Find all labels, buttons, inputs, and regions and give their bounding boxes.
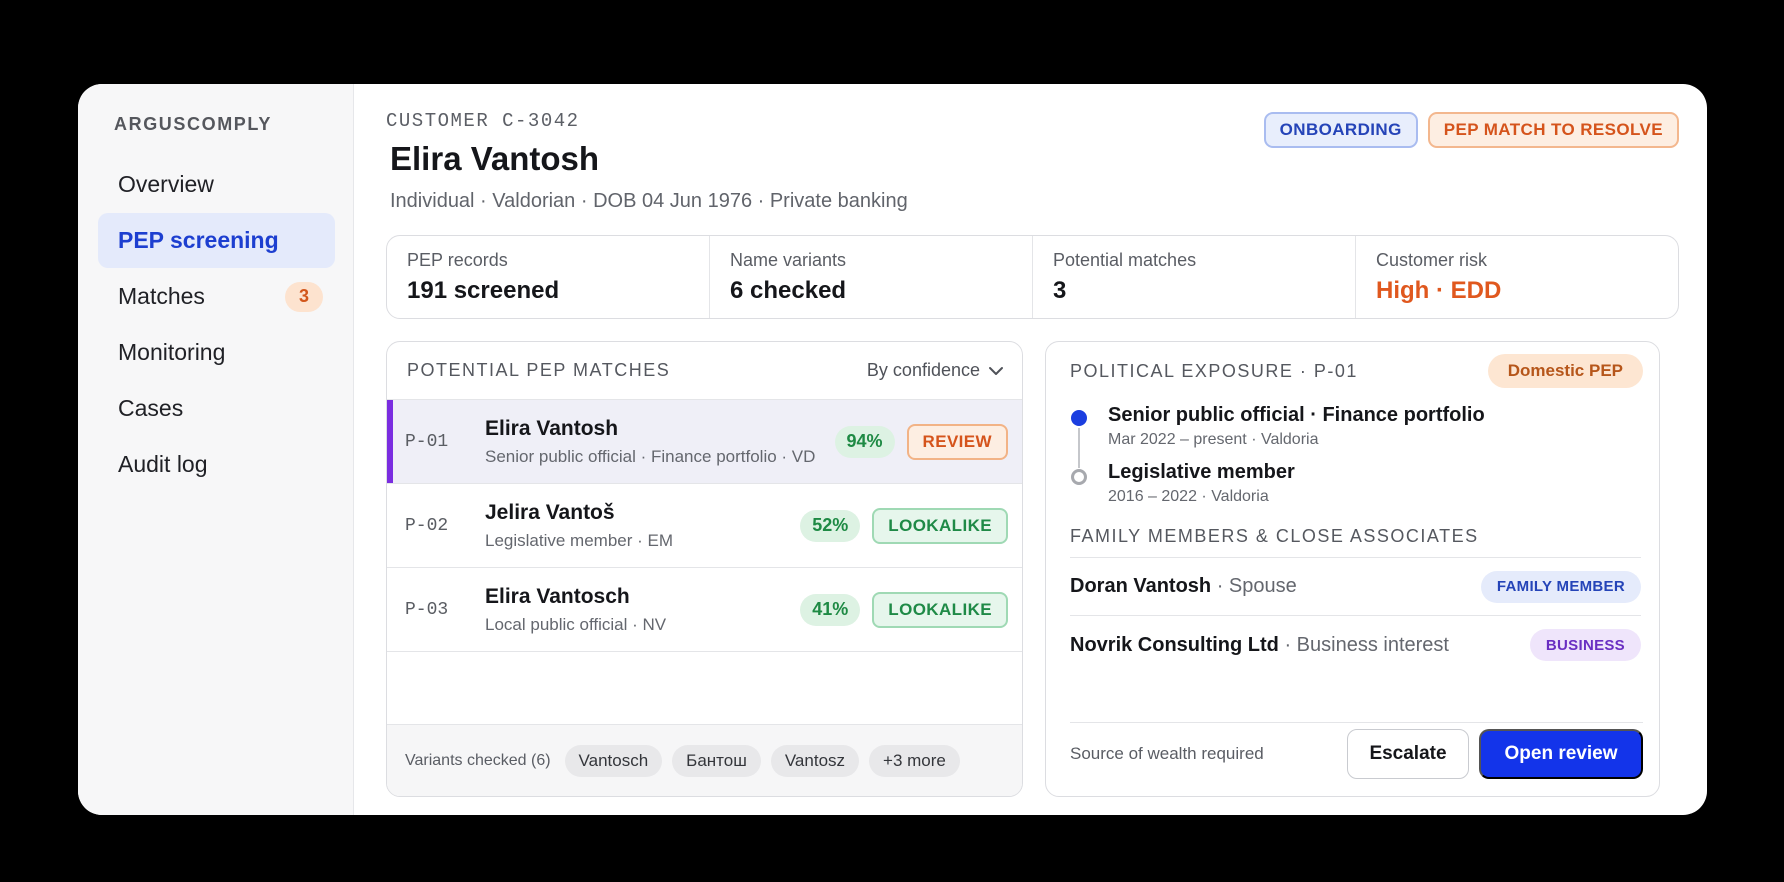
source-of-wealth-note: Source of wealth required (1070, 743, 1264, 763)
match-desc: Senior public official · Finance portfol… (485, 446, 816, 466)
sidebar-item-label: Audit log (118, 451, 208, 477)
stat-value: 191 screened (407, 277, 560, 304)
stat-label: Name variants (730, 250, 847, 270)
match-info: Elira Vantosch Local public official · N… (485, 585, 800, 635)
variant-chip[interactable]: Vantosch (564, 744, 663, 777)
main-content: CUSTOMER C-3042 Elira Vantosh Individual… (354, 84, 1707, 815)
timeline-sub: Mar 2022 – present · Valdoria (1108, 431, 1319, 448)
associate-relation: · Business interest (1278, 633, 1449, 656)
sidebar-item-label: PEP screening (118, 227, 279, 253)
sidebar-item-audit-log[interactable]: Audit log (98, 437, 335, 492)
status-tags: ONBOARDING PEP MATCH TO RESOLVE (1263, 112, 1679, 148)
onboarding-badge: ONBOARDING (1263, 112, 1418, 148)
match-id: P-02 (405, 515, 449, 536)
variant-chip[interactable]: Бантош (672, 744, 761, 777)
confidence-badge: 41% (800, 593, 861, 626)
panel-header: POLITICAL EXPOSURE · P-01 Domestic PEP (1046, 342, 1659, 400)
more-variants-chip[interactable]: +3 more (869, 744, 960, 777)
sidebar: ARGUSCOMPLY Overview PEP screening Match… (78, 84, 354, 815)
panels: POTENTIAL PEP MATCHES By confidence P-01… (386, 341, 1679, 797)
match-id: P-03 (405, 599, 449, 620)
family-section-title: FAMILY MEMBERS & CLOSE ASSOCIATES (1070, 526, 1479, 546)
sort-dropdown[interactable]: By confidence (867, 360, 1004, 381)
stat-name-variants: Name variants 6 checked (710, 236, 1033, 318)
status-badge[interactable]: REVIEW (906, 423, 1008, 460)
stat-customer-risk: Customer risk High · EDD (1356, 236, 1678, 318)
escalate-button[interactable]: Escalate (1347, 728, 1469, 779)
panel-footer: Source of wealth required Escalate Open … (1070, 722, 1643, 784)
list-item[interactable]: Novrik Consulting Ltd · Business interes… (1070, 616, 1641, 674)
sidebar-item-label: Cases (118, 395, 184, 421)
associate-name: Novrik Consulting Ltd (1070, 633, 1279, 656)
sidebar-item-monitoring[interactable]: Monitoring (98, 325, 335, 380)
pep-type-badge: Domestic PEP (1487, 354, 1643, 388)
sidebar-item-cases[interactable]: Cases (98, 381, 335, 436)
panel-title: POLITICAL EXPOSURE · P-01 (1070, 360, 1358, 381)
match-desc: Local public official · NV (485, 614, 667, 634)
sidebar-item-label: Monitoring (118, 339, 226, 365)
match-info: Jelira Vantoš Legislative member · EM (485, 501, 800, 551)
chevron-down-icon (989, 366, 1003, 375)
stat-value: 6 checked (730, 277, 847, 304)
timeline-sub: 2016 – 2022 · Valdoria (1108, 488, 1269, 505)
status-badge[interactable]: LOOKALIKE (872, 591, 1008, 628)
timeline-title: Legislative member (1108, 461, 1295, 483)
sort-label: By confidence (866, 360, 980, 380)
variants-bar: Variants checked (6) Vantosch Бантош Van… (387, 724, 1022, 796)
political-exposure-panel: POLITICAL EXPOSURE · P-01 Domestic PEP S… (1045, 341, 1660, 797)
relation-badge: FAMILY MEMBER (1480, 570, 1641, 603)
status-badge[interactable]: LOOKALIKE (872, 507, 1008, 544)
panel-header: POTENTIAL PEP MATCHES By confidence (387, 342, 1022, 400)
stats-bar: PEP records 191 screened Name variants 6… (386, 235, 1679, 319)
match-name: Elira Vantosh (485, 416, 619, 440)
match-row[interactable]: P-03 Elira Vantosch Local public officia… (387, 568, 1022, 652)
sidebar-item-overview[interactable]: Overview (98, 157, 335, 212)
stat-label: Potential matches (1053, 250, 1197, 270)
confidence-badge: 52% (800, 509, 861, 542)
confidence-badge: 94% (834, 425, 895, 458)
variant-chip[interactable]: Vantosz (770, 744, 860, 777)
open-review-button[interactable]: Open review (1479, 728, 1643, 779)
pep-matches-panel: POTENTIAL PEP MATCHES By confidence P-01… (386, 341, 1023, 797)
matches-count-badge: 3 (285, 281, 323, 312)
family-list: Doran Vantosh · Spouse FAMILY MEMBER Nov… (1070, 557, 1641, 674)
sidebar-item-label: Matches (118, 283, 205, 309)
match-name: Jelira Vantoš (485, 500, 615, 524)
stat-potential-matches: Potential matches 3 (1033, 236, 1356, 318)
match-desc: Legislative member · EM (485, 530, 674, 550)
app-window: ARGUSCOMPLY Overview PEP screening Match… (78, 84, 1707, 815)
past-dot-icon (1071, 469, 1087, 485)
stat-value: 3 (1053, 277, 1067, 304)
stat-value: High · EDD (1376, 277, 1502, 304)
stat-pep-records: PEP records 191 screened (387, 236, 710, 318)
sidebar-item-label: Overview (118, 171, 214, 197)
brand-logo: ARGUSCOMPLY (114, 114, 272, 134)
timeline-item: Senior public official · Finance portfol… (1070, 404, 1635, 468)
timeline-title: Senior public official · Finance portfol… (1108, 404, 1485, 426)
exposure-timeline: Senior public official · Finance portfol… (1046, 400, 1659, 506)
match-info: Elira Vantosh Senior public official · F… (485, 417, 835, 467)
associate-name: Doran Vantosh (1070, 575, 1212, 597)
variants-label: Variants checked (6) (405, 751, 551, 769)
stat-label: PEP records (407, 250, 508, 270)
associate-relation: · Spouse (1211, 575, 1297, 597)
sidebar-item-pep-screening[interactable]: PEP screening (98, 213, 335, 268)
stat-label: Customer risk (1376, 250, 1488, 270)
timeline-item: Legislative member 2016 – 2022 · Valdori… (1070, 461, 1635, 506)
sidebar-item-matches[interactable]: Matches 3 (98, 269, 335, 324)
pep-match-badge: PEP MATCH TO RESOLVE (1427, 112, 1679, 148)
panel-title: POTENTIAL PEP MATCHES (407, 360, 671, 380)
match-row[interactable]: P-01 Elira Vantosh Senior public officia… (387, 400, 1022, 484)
match-row[interactable]: P-02 Jelira Vantoš Legislative member · … (387, 484, 1022, 568)
match-name: Elira Vantosch (485, 584, 630, 608)
list-item[interactable]: Doran Vantosh · Spouse FAMILY MEMBER (1070, 558, 1641, 616)
match-id: P-01 (405, 431, 449, 452)
current-dot-icon (1071, 410, 1087, 426)
relation-badge: BUSINESS (1529, 629, 1641, 661)
customer-meta: Individual · Valdorian · DOB 04 Jun 1976… (390, 190, 908, 212)
